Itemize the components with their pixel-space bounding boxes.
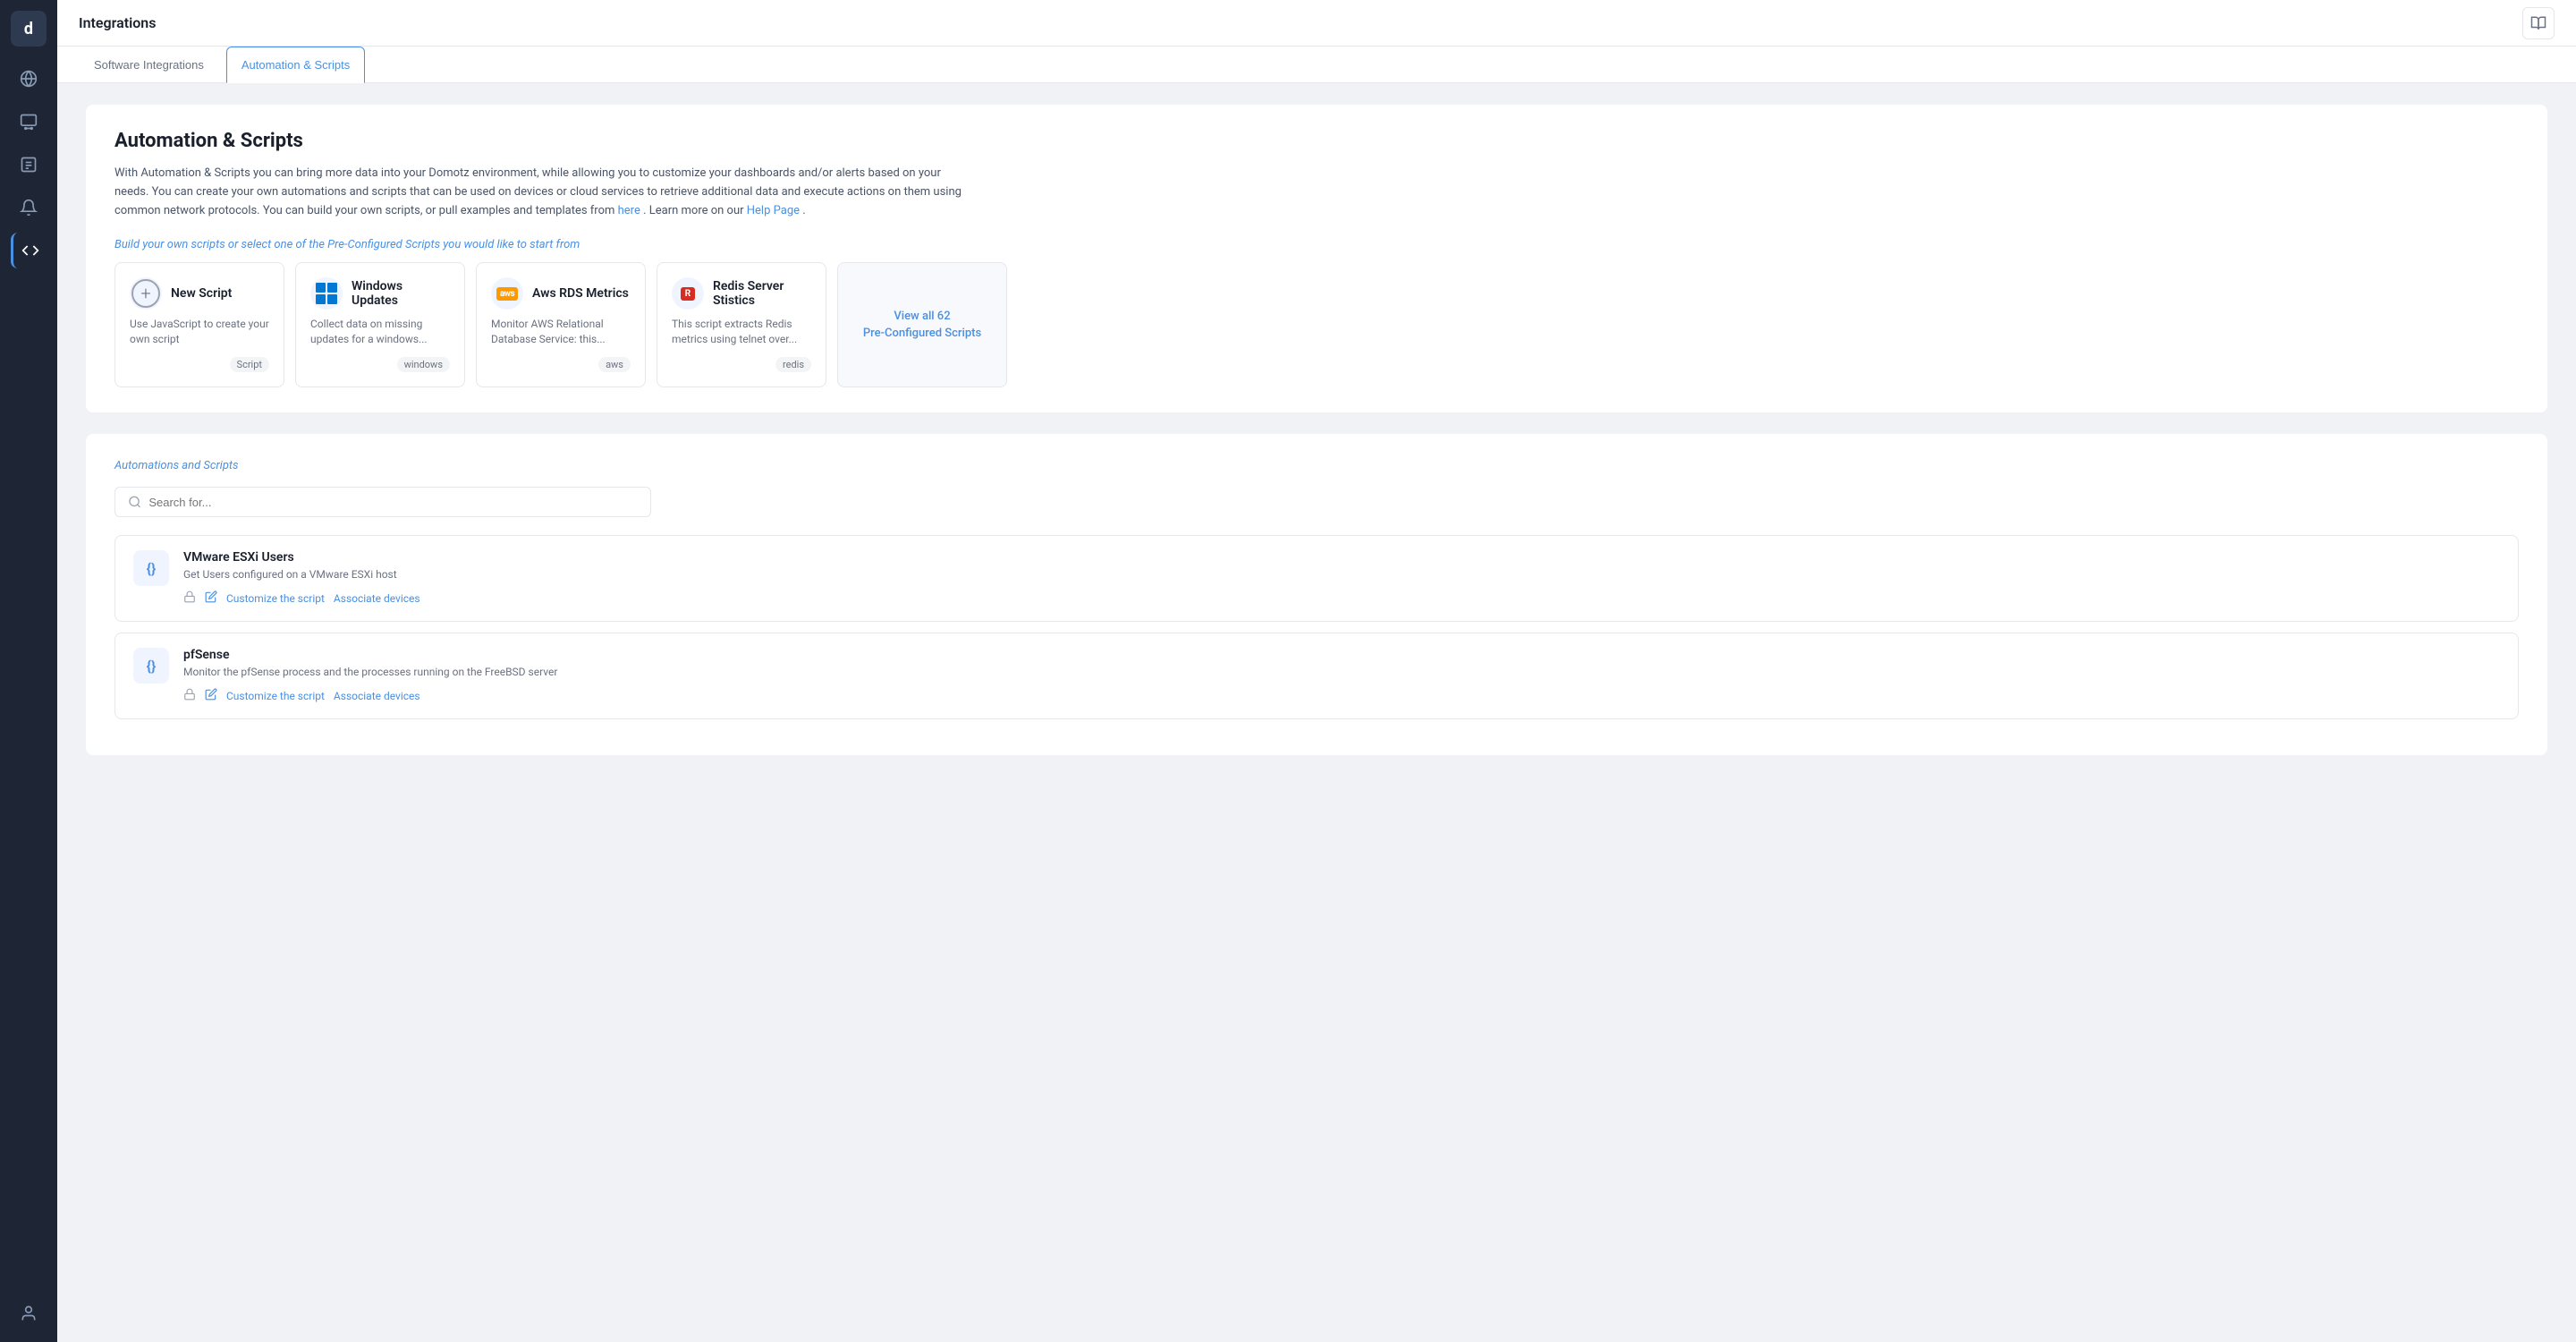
sidebar-logo[interactable]: d bbox=[11, 11, 47, 47]
description-card: Automation & Scripts With Automation & S… bbox=[86, 105, 2547, 412]
redis-icon-container: R bbox=[672, 277, 704, 310]
card-header: aws Aws RDS Metrics bbox=[491, 277, 631, 310]
aws-tag: aws bbox=[598, 357, 631, 372]
new-script-name: New Script bbox=[171, 286, 232, 301]
windows-updates-card[interactable]: Windows Updates Collect data on missing … bbox=[295, 262, 465, 387]
new-script-card[interactable]: + New Script Use JavaScript to create yo… bbox=[114, 262, 284, 387]
windows-grid-icon bbox=[316, 283, 337, 304]
preconfigured-label: Build your own scripts or select one of … bbox=[114, 238, 2519, 251]
tab-software-integrations[interactable]: Software Integrations bbox=[79, 47, 219, 83]
view-all-count: View all 62 bbox=[894, 310, 950, 323]
redis-server-desc: This script extracts Redis metrics using… bbox=[672, 317, 811, 347]
new-script-icon: + bbox=[130, 277, 162, 310]
aws-rds-name: Aws RDS Metrics bbox=[532, 286, 629, 301]
redis-server-name: Redis Server Stistics bbox=[713, 279, 811, 308]
vmware-associate-link[interactable]: Associate devices bbox=[334, 592, 420, 605]
tabs-bar: Software Integrations Automation & Scrip… bbox=[57, 47, 2576, 83]
aws-icon-container: aws bbox=[491, 277, 523, 310]
vmware-desc: Get Users configured on a VMware ESXi ho… bbox=[183, 568, 2500, 581]
topbar-actions bbox=[2522, 7, 2555, 39]
card-header: + New Script bbox=[130, 277, 269, 310]
vmware-name: VMware ESXi Users bbox=[183, 550, 2500, 565]
card-header: R Redis Server Stistics bbox=[672, 277, 811, 310]
script-cards-container: + New Script Use JavaScript to create yo… bbox=[114, 262, 2519, 387]
lock-icon bbox=[183, 687, 196, 704]
search-icon bbox=[128, 495, 141, 509]
vmware-actions: Customize the script Associate devices bbox=[183, 590, 2500, 607]
redis-icon: R bbox=[681, 287, 695, 301]
lock-icon bbox=[183, 590, 196, 607]
windows-updates-name: Windows Updates bbox=[352, 279, 450, 308]
pencil-icon bbox=[205, 590, 217, 607]
search-input[interactable] bbox=[148, 496, 638, 509]
redis-tag: redis bbox=[775, 357, 811, 372]
aws-rds-card[interactable]: aws Aws RDS Metrics Monitor AWS Relation… bbox=[476, 262, 646, 387]
sidebar-item-alerts[interactable] bbox=[11, 190, 47, 225]
view-all-card[interactable]: View all 62 Pre-Configured Scripts bbox=[837, 262, 1007, 387]
vmware-content: VMware ESXi Users Get Users configured o… bbox=[183, 550, 2500, 607]
windows-updates-desc: Collect data on missing updates for a wi… bbox=[310, 317, 450, 347]
card-header: Windows Updates bbox=[310, 277, 450, 310]
pfsense-customize-link[interactable]: Customize the script bbox=[226, 690, 325, 702]
sidebar-item-devices[interactable] bbox=[11, 104, 47, 140]
content-area: Automation & Scripts With Automation & S… bbox=[57, 83, 2576, 1342]
vmware-icon: {} bbox=[133, 550, 169, 586]
pfsense-content: pfSense Monitor the pfSense process and … bbox=[183, 648, 2500, 704]
new-script-tag: Script bbox=[230, 357, 269, 372]
automations-section: Automations and Scripts {} VMware ESXi U… bbox=[86, 434, 2547, 755]
windows-tag: windows bbox=[397, 357, 450, 372]
book-icon[interactable] bbox=[2522, 7, 2555, 39]
pfsense-actions: Customize the script Associate devices bbox=[183, 687, 2500, 704]
sidebar-item-integrations[interactable] bbox=[11, 233, 47, 268]
search-bar[interactable] bbox=[114, 487, 651, 517]
view-all-sub: Pre-Configured Scripts bbox=[863, 327, 981, 340]
pfsense-associate-link[interactable]: Associate devices bbox=[334, 690, 420, 702]
pfsense-name: pfSense bbox=[183, 648, 2500, 662]
automations-label: Automations and Scripts bbox=[114, 459, 2519, 472]
aws-icon: aws bbox=[496, 287, 518, 301]
redis-server-card[interactable]: R Redis Server Stistics This script extr… bbox=[657, 262, 826, 387]
help-page-link[interactable]: Help Page bbox=[747, 204, 800, 217]
here-link[interactable]: here bbox=[618, 204, 640, 217]
aws-rds-desc: Monitor AWS Relational Database Service:… bbox=[491, 317, 631, 347]
windows-icon bbox=[310, 277, 343, 310]
plus-icon: + bbox=[131, 279, 160, 308]
sidebar: d bbox=[0, 0, 57, 1342]
section-title: Automation & Scripts bbox=[114, 130, 2519, 152]
pfsense-icon: {} bbox=[133, 648, 169, 684]
new-script-desc: Use JavaScript to create your own script bbox=[130, 317, 269, 347]
sidebar-item-network[interactable] bbox=[11, 61, 47, 97]
section-description: With Automation & Scripts you can bring … bbox=[114, 165, 973, 220]
topbar: Integrations bbox=[57, 0, 2576, 47]
page-title: Integrations bbox=[79, 14, 156, 31]
sidebar-item-account[interactable] bbox=[11, 1295, 47, 1331]
pencil-icon bbox=[205, 687, 217, 704]
vmware-customize-link[interactable]: Customize the script bbox=[226, 592, 325, 605]
pfsense-desc: Monitor the pfSense process and the proc… bbox=[183, 666, 2500, 678]
tab-automation-scripts[interactable]: Automation & Scripts bbox=[226, 47, 365, 83]
list-item: {} pfSense Monitor the pfSense process a… bbox=[114, 633, 2519, 719]
sidebar-item-reports[interactable] bbox=[11, 147, 47, 183]
main-content: Integrations Software Integrations Autom… bbox=[57, 0, 2576, 1342]
list-item: {} VMware ESXi Users Get Users configure… bbox=[114, 535, 2519, 622]
